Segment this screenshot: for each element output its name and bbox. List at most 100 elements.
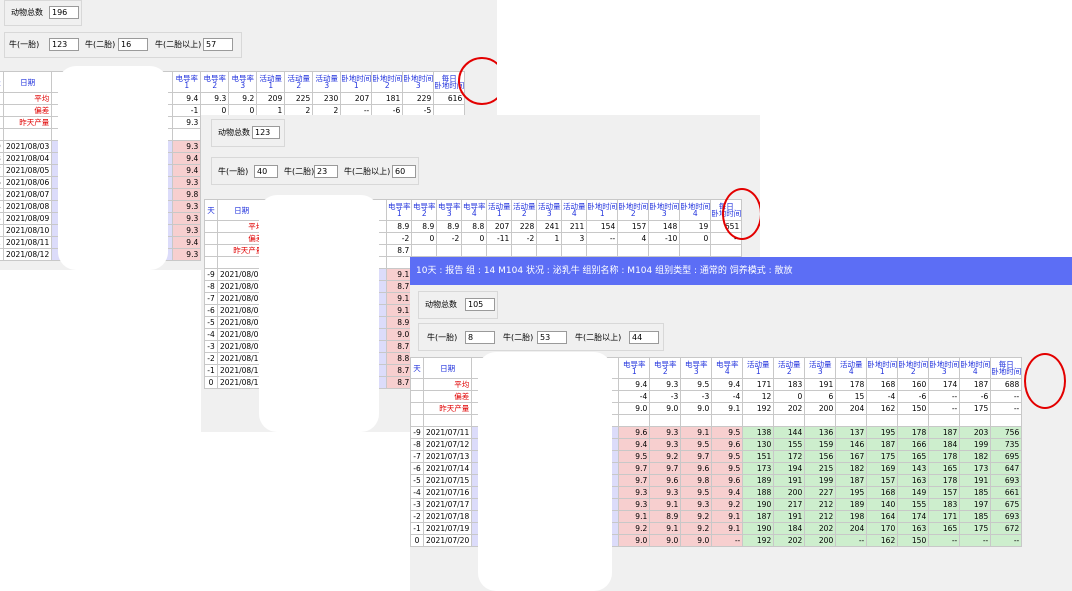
summary-dev-7: 3 [561, 232, 588, 245]
row-date: 2021/08/10 [2, 224, 53, 237]
summary-dev-8: -4 [866, 390, 899, 403]
value-7: 146 [835, 438, 868, 451]
cond-1-value: 9.0 [386, 328, 413, 341]
col-header-5: 活动量 3 [312, 71, 342, 93]
col-header-6: 卧地时间 1 [340, 71, 373, 93]
value-0: 9.2 [618, 522, 651, 535]
parity3-value: 44 [629, 331, 659, 344]
value-10: 171 [928, 510, 961, 523]
value-10: 178 [928, 474, 961, 487]
col-header-6: 活动量 3 [804, 357, 837, 379]
value-0: 9.7 [618, 474, 651, 487]
value-2: 9.5 [680, 438, 713, 451]
row-date: 2021/08/03 [2, 140, 53, 153]
summary-label-yest: 昨天产量 [422, 402, 473, 415]
summary-avg-8: 154 [586, 220, 619, 233]
summary-avg-8: 168 [866, 378, 899, 391]
value-8: 168 [866, 486, 899, 499]
summary-avg-1: 8.9 [411, 220, 438, 233]
cond-1-value: 9.3 [172, 248, 202, 261]
redaction-overlay [259, 195, 379, 432]
summary-avg-5: 228 [511, 220, 538, 233]
summary-avg-2: 9.5 [680, 378, 713, 391]
spacer-cell [2, 128, 53, 141]
total-animals-label: 动物总数 [218, 128, 250, 137]
value-1: 9.3 [649, 426, 682, 439]
parity1-label: 牛(一胎) [218, 167, 249, 176]
redaction-overlay [58, 66, 168, 270]
value-10: -- [928, 534, 961, 547]
value-9: 149 [897, 486, 930, 499]
value-8: 164 [866, 510, 899, 523]
col-header-0: 电导率 1 [172, 71, 202, 93]
value-0: 9.7 [618, 462, 651, 475]
value-9: 163 [897, 474, 930, 487]
day-offset: -3 [410, 498, 424, 511]
day-offset: -4 [204, 328, 218, 341]
summary-label-avg: 平均 [422, 378, 473, 391]
parity2-label: 牛(二胎) [503, 333, 534, 342]
summary-yest-9: 150 [897, 402, 930, 415]
value-2: 9.2 [680, 510, 713, 523]
day-offset: -6 [204, 304, 218, 317]
summary-dev-1: -3 [649, 390, 682, 403]
cond-1-value: 9.3 [172, 140, 202, 153]
value-5: 144 [773, 426, 806, 439]
value-9: 165 [897, 450, 930, 463]
value-8: 169 [866, 462, 899, 475]
day-offset: 0 [410, 534, 424, 547]
summary-avg-4: 171 [742, 378, 775, 391]
parity-box: 牛(一胎) 123 牛(二胎) 16 牛(二胎以上) 57 [4, 32, 242, 58]
value-10: 187 [928, 426, 961, 439]
value-10: 183 [928, 498, 961, 511]
summary-avg-2: 9.2 [228, 92, 258, 105]
day-offset: -4 [410, 486, 424, 499]
spacer-cell [773, 414, 806, 427]
parity2-label: 牛(二胎) [85, 40, 116, 49]
summary-yest-0: 8.7 [386, 244, 413, 257]
value-12: 756 [990, 426, 1023, 439]
summary-avg-11: 187 [959, 378, 992, 391]
cond-1-value: 9.3 [172, 200, 202, 213]
value-11: 182 [959, 450, 992, 463]
summary-dev-3: -4 [711, 390, 744, 403]
row-date: 2021/08/05 [2, 164, 53, 177]
col-header-2: 电导率 3 [228, 71, 258, 93]
summary-avg-5: 230 [312, 92, 342, 105]
summary-yest-7: 204 [835, 402, 868, 415]
summary-yest-12: -- [990, 402, 1023, 415]
value-11: 173 [959, 462, 992, 475]
spacer-cell [959, 414, 992, 427]
summary-yest-1: 9.0 [649, 402, 682, 415]
cond-1-value: 9.3 [172, 176, 202, 189]
col-header-10: 卧地时间 3 [928, 357, 961, 379]
cond-1-value: 9.3 [172, 224, 202, 237]
summary-yest-0: 9.0 [618, 402, 651, 415]
col-header-4: 活动量 1 [486, 199, 513, 221]
total-animals-box: 动物总数 105 [418, 291, 498, 319]
col-header-2: 电导率 3 [680, 357, 713, 379]
day-offset: -3 [204, 340, 218, 353]
col-header-10: 卧地时间 3 [648, 199, 681, 221]
summary-dev-0: -2 [386, 232, 413, 245]
summary-dev-4: 12 [742, 390, 775, 403]
value-11: 191 [959, 474, 992, 487]
value-6: 212 [804, 498, 837, 511]
value-7: 189 [835, 498, 868, 511]
day-cell [204, 244, 218, 257]
parity1-label: 牛(一胎) [427, 333, 458, 342]
summary-avg-0: 9.4 [618, 378, 651, 391]
row-date: 2021/07/14 [422, 462, 473, 475]
cond-1-value: 9.4 [172, 152, 202, 165]
value-0: 9.4 [618, 438, 651, 451]
value-4: 190 [742, 498, 775, 511]
summary-yest-3: 9.1 [711, 402, 744, 415]
value-12: 672 [990, 522, 1023, 535]
parity2-value: 53 [537, 331, 567, 344]
value-8: 162 [866, 534, 899, 547]
col-date-header: 日期 [2, 71, 53, 93]
value-7: 182 [835, 462, 868, 475]
summary-yest-1 [411, 244, 438, 257]
highlight-circle [722, 188, 760, 240]
day-cell [410, 390, 424, 403]
